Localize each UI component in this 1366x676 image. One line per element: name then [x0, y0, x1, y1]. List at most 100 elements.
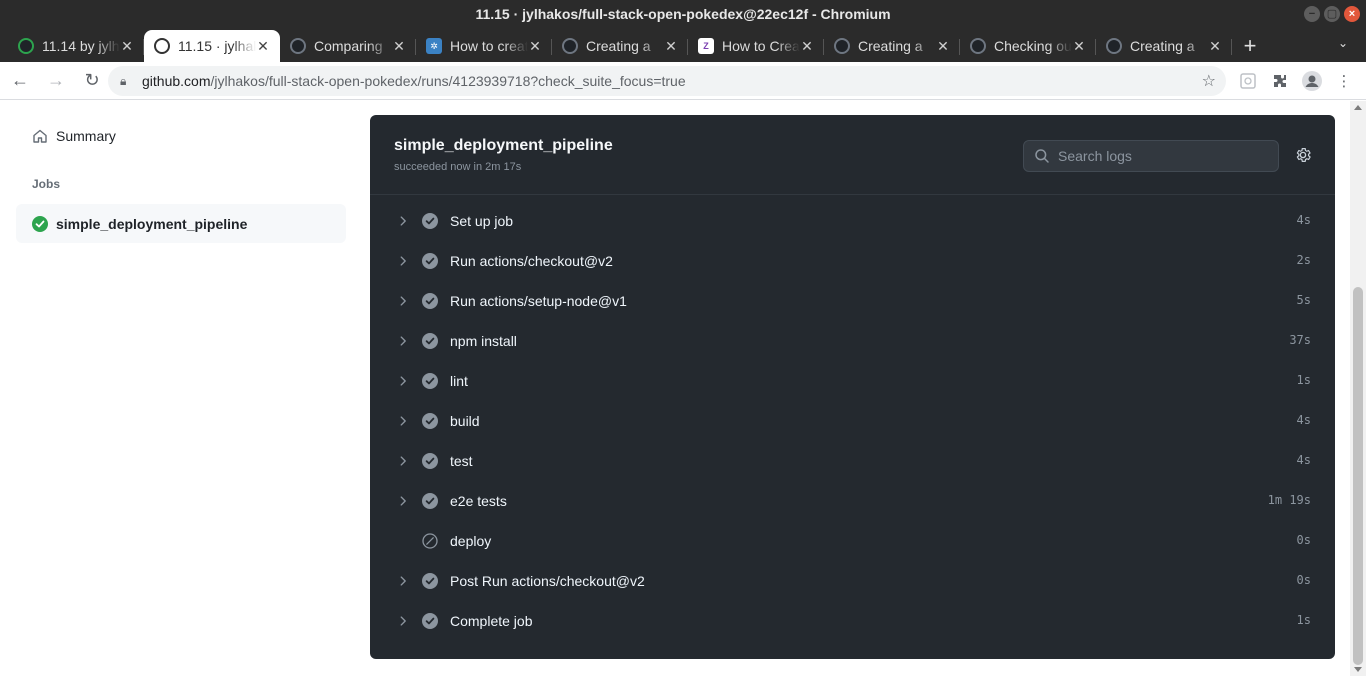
browser-tab[interactable]: Creating a ✕	[824, 30, 960, 62]
browser-tab[interactable]: Creating a ✕	[1096, 30, 1232, 62]
step-name: Set up job	[450, 213, 514, 229]
browser-tab[interactable]: Creating a ✕	[552, 30, 688, 62]
browser-tab[interactable]: 11.14 by jylhakos ✕	[8, 30, 144, 62]
step-duration: 1m 19s	[1267, 493, 1311, 507]
chevron-right-icon[interactable]	[396, 614, 410, 628]
job-step-row[interactable]: Run actions/checkout@v2 2s	[370, 241, 1335, 281]
close-tab-icon[interactable]: ✕	[528, 38, 542, 55]
chevron-right-icon[interactable]	[396, 214, 410, 228]
close-window-icon[interactable]: ×	[1344, 6, 1360, 22]
github-icon	[290, 38, 306, 54]
maximize-window-icon[interactable]: ▢	[1324, 6, 1340, 22]
close-tab-icon[interactable]: ✕	[1072, 38, 1086, 55]
tab-label: Checking out	[994, 38, 1072, 54]
forward-arrow-icon[interactable]: →	[40, 65, 72, 97]
extension-icon[interactable]	[1237, 70, 1259, 92]
check-circle-icon	[422, 573, 438, 589]
tab-label: Creating a	[858, 38, 923, 54]
check-circle-icon	[32, 215, 48, 232]
job-step-row[interactable]: lint 1s	[370, 361, 1335, 401]
scroll-up-arrow-icon[interactable]	[1354, 105, 1362, 110]
step-name: Run actions/checkout@v2	[450, 253, 613, 269]
job-step-row[interactable]: Run actions/setup-node@v1 5s	[370, 281, 1335, 321]
job-step-row[interactable]: Post Run actions/checkout@v2 0s	[370, 561, 1335, 601]
github-icon	[562, 38, 578, 54]
step-name: build	[450, 413, 480, 429]
page-scrollbar[interactable]	[1350, 101, 1366, 676]
gear-icon[interactable]	[1294, 146, 1312, 164]
step-name: npm install	[450, 333, 517, 349]
job-step-row[interactable]: Set up job 4s	[370, 201, 1335, 241]
chevron-right-icon[interactable]	[396, 334, 410, 348]
check-circle-icon	[422, 373, 438, 389]
github-icon	[834, 38, 850, 54]
chevron-right-icon[interactable]	[396, 254, 410, 268]
step-name: e2e tests	[450, 493, 507, 509]
puzzle-extensions-icon[interactable]	[1269, 70, 1291, 92]
jobs-heading: Jobs	[32, 177, 61, 191]
new-tab-button[interactable]: +	[1232, 30, 1268, 62]
job-step-row[interactable]: npm install 37s	[370, 321, 1335, 361]
close-tab-icon[interactable]: ✕	[800, 38, 814, 55]
job-step-row[interactable]: Complete job 1s	[370, 601, 1335, 641]
step-name: test	[450, 453, 473, 469]
scroll-down-arrow-icon[interactable]	[1354, 667, 1362, 672]
window-titlebar: 11.15 · jylhakos/full-stack-open-pokedex…	[0, 0, 1366, 28]
lock-icon: 🔒︎	[120, 73, 127, 88]
chevron-right-icon[interactable]	[396, 494, 410, 508]
check-circle-icon	[422, 213, 438, 229]
step-duration: 0s	[1296, 573, 1311, 587]
scrollbar-thumb[interactable]	[1353, 287, 1363, 665]
url-host: github.com	[142, 73, 211, 89]
back-arrow-icon[interactable]: ←	[4, 65, 36, 97]
close-tab-icon[interactable]: ✕	[664, 38, 678, 55]
tab-label: 11.15 · jylhakos	[178, 38, 256, 54]
close-tab-icon[interactable]: ✕	[256, 38, 270, 55]
chevron-right-icon[interactable]	[396, 414, 410, 428]
reload-icon[interactable]: ↻	[76, 65, 108, 97]
close-tab-icon[interactable]: ✕	[392, 38, 406, 55]
bookmark-star-icon[interactable]: ☆	[1202, 71, 1216, 91]
browser-tab[interactable]: ✲ How to create ✕	[416, 30, 552, 62]
tab-label: How to Create	[722, 38, 800, 54]
browser-tab-active[interactable]: 11.15 · jylhakos ✕	[144, 30, 280, 62]
close-tab-icon[interactable]: ✕	[1208, 38, 1222, 55]
chevron-right-icon[interactable]	[396, 374, 410, 388]
step-duration: 5s	[1296, 293, 1311, 307]
job-step-row[interactable]: test 4s	[370, 441, 1335, 481]
chevron-right-icon[interactable]	[396, 454, 410, 468]
close-tab-icon[interactable]: ✕	[936, 38, 950, 55]
search-logs-input[interactable]	[1058, 148, 1258, 164]
tab-label: How to create	[450, 38, 528, 54]
tab-label: 11.14 by jylhakos	[42, 38, 120, 54]
job-step-row[interactable]: build 4s	[370, 401, 1335, 441]
job-step-row[interactable]: e2e tests 1m 19s	[370, 481, 1335, 521]
address-bar[interactable]: 🔒︎ github.com/jylhakos/full-stack-open-p…	[108, 66, 1226, 96]
sidebar-item-job[interactable]: simple_deployment_pipeline	[16, 204, 346, 243]
step-name: Complete job	[450, 613, 533, 629]
step-name: lint	[450, 373, 468, 389]
browser-menu-icon[interactable]: ⋮	[1333, 70, 1355, 92]
minimize-window-icon[interactable]: −	[1304, 6, 1320, 22]
window-controls: − ▢ ×	[1304, 6, 1360, 22]
profile-avatar-icon[interactable]	[1301, 70, 1323, 92]
close-tab-icon[interactable]: ✕	[120, 38, 134, 55]
step-duration: 4s	[1296, 453, 1311, 467]
check-circle-icon	[422, 293, 438, 309]
tab-search-chevron-icon[interactable]: ⌄	[1338, 36, 1348, 50]
step-duration: 37s	[1289, 333, 1311, 347]
github-icon	[18, 38, 34, 54]
tab-label: Creating a	[586, 38, 651, 54]
github-icon	[154, 38, 170, 54]
tab-label: Creating a	[1130, 38, 1195, 54]
browser-tab[interactable]: Checking out ✕	[960, 30, 1096, 62]
browser-tab[interactable]: Comparing ✕	[280, 30, 416, 62]
chevron-right-icon[interactable]	[396, 294, 410, 308]
job-log-panel: simple_deployment_pipeline succeeded now…	[370, 115, 1335, 659]
sidebar-item-summary[interactable]: Summary	[16, 117, 346, 155]
browser-tab[interactable]: Z How to Create ✕	[688, 30, 824, 62]
search-logs-box[interactable]	[1023, 140, 1279, 172]
chevron-right-icon[interactable]	[396, 574, 410, 588]
check-circle-icon	[422, 493, 438, 509]
step-duration: 4s	[1296, 413, 1311, 427]
